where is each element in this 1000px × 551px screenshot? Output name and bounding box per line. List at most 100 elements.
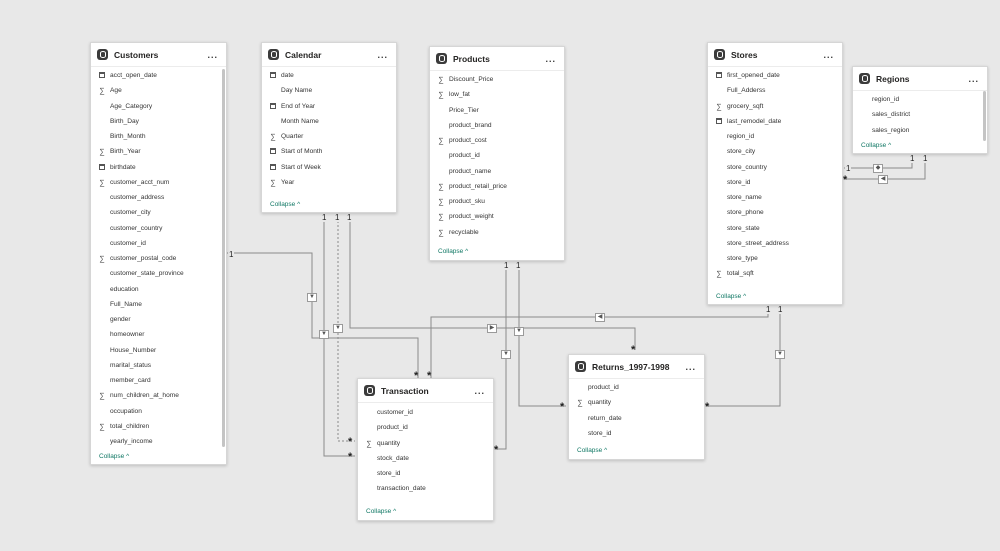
field-row[interactable]: marital_status [91, 358, 226, 373]
field-row[interactable]: customer_id [358, 405, 493, 420]
field-row[interactable]: region_id [708, 129, 842, 144]
field-row[interactable]: ∑ low_fat [430, 87, 564, 102]
table-header[interactable]: Regions ... [853, 67, 987, 91]
table-header[interactable]: Calendar ... [262, 43, 396, 67]
field-row[interactable]: House_Number [91, 343, 226, 358]
collapse-button[interactable]: Collapse ^ [861, 142, 891, 149]
field-row[interactable]: ∑ product_cost [430, 133, 564, 148]
more-options-icon[interactable]: ... [545, 54, 556, 64]
field-row[interactable]: customer_id [91, 236, 226, 251]
field-row[interactable]: Start of Week [262, 160, 396, 175]
field-row[interactable]: Day Name [262, 83, 396, 98]
field-row[interactable]: birthdate [91, 160, 226, 175]
scrollbar[interactable] [222, 69, 225, 447]
field-row[interactable]: education [91, 282, 226, 297]
field-row[interactable]: ∑ Quarter [262, 129, 396, 144]
field-row[interactable]: store_street_address [708, 236, 842, 251]
field-row[interactable]: return_date [569, 411, 704, 426]
table-regions[interactable]: Regions ... region_id sales_district sales… [852, 66, 988, 154]
field-row[interactable]: ∑ num_children_at_home [91, 388, 226, 403]
field-row[interactable]: store_state [708, 221, 842, 236]
field-row[interactable]: ∑ Year [262, 175, 396, 190]
field-row[interactable]: ∑ product_weight [430, 209, 564, 224]
field-row[interactable]: transaction_date [358, 481, 493, 496]
field-row[interactable]: ∑ Discount_Price [430, 72, 564, 87]
more-options-icon[interactable]: ... [685, 362, 696, 372]
field-row[interactable]: ∑ product_retail_price [430, 179, 564, 194]
field-row[interactable]: Birth_Day [91, 114, 226, 129]
table-header[interactable]: Transaction ... [358, 379, 493, 403]
field-row[interactable]: product_name [430, 164, 564, 179]
field-row[interactable]: member_card [91, 373, 226, 388]
field-row[interactable]: store_country [708, 160, 842, 175]
field-row[interactable]: store_id [708, 175, 842, 190]
field-row[interactable]: Age_Category [91, 99, 226, 114]
field-row[interactable]: ∑ grocery_sqft [708, 99, 842, 114]
field-row[interactable]: store_phone [708, 205, 842, 220]
table-customers[interactable]: Customers ... acct_open_date ∑ Age Age_Cate… [90, 42, 227, 465]
scrollbar[interactable] [983, 91, 986, 141]
field-row[interactable]: store_id [569, 426, 704, 441]
table-returns[interactable]: Returns_1997-1998 ... product_id ∑ quantit… [568, 354, 705, 460]
more-options-icon[interactable]: ... [474, 386, 485, 396]
field-row[interactable]: Price_Tier [430, 103, 564, 118]
field-row[interactable]: stock_date [358, 451, 493, 466]
field-row[interactable]: occupation [91, 404, 226, 419]
field-row[interactable]: customer_address [91, 190, 226, 205]
collapse-button[interactable]: Collapse ^ [270, 201, 300, 208]
table-stores[interactable]: Stores ... first_opened_date Full_Adderss… [707, 42, 843, 305]
collapse-button[interactable]: Collapse ^ [577, 447, 607, 454]
field-row[interactable]: Start of Month [262, 144, 396, 159]
table-calendar[interactable]: Calendar ... date Day Name End of Year Mont… [261, 42, 397, 213]
field-row[interactable]: store_id [358, 466, 493, 481]
field-row[interactable]: date [262, 68, 396, 83]
field-row[interactable]: homeowner [91, 327, 226, 342]
field-row[interactable]: ∑ Birth_Year [91, 144, 226, 159]
field-row[interactable]: customer_country [91, 221, 226, 236]
table-header[interactable]: Returns_1997-1998 ... [569, 355, 704, 379]
field-row[interactable]: acct_open_date [91, 68, 226, 83]
field-row[interactable]: customer_state_province [91, 266, 226, 281]
collapse-button[interactable]: Collapse ^ [99, 453, 129, 460]
field-row[interactable]: sales_district [853, 107, 987, 122]
field-row[interactable]: Birth_Month [91, 129, 226, 144]
field-row[interactable]: Full_Name [91, 297, 226, 312]
field-row[interactable]: End of Year [262, 99, 396, 114]
field-row[interactable]: ∑ total_sqft [708, 266, 842, 281]
field-row[interactable]: product_id [569, 380, 704, 395]
table-header[interactable]: Customers ... [91, 43, 226, 67]
more-options-icon[interactable]: ... [968, 74, 979, 84]
table-header[interactable]: Products ... [430, 47, 564, 71]
table-transaction[interactable]: Transaction ... customer_id product_id ∑ qu… [357, 378, 494, 521]
collapse-button[interactable]: Collapse ^ [716, 293, 746, 300]
field-row[interactable]: gender [91, 312, 226, 327]
field-row[interactable]: customer_city [91, 205, 226, 220]
table-header[interactable]: Stores ... [708, 43, 842, 67]
field-row[interactable]: ∑ recyclable [430, 225, 564, 240]
field-row[interactable]: ∑ product_sku [430, 194, 564, 209]
field-row[interactable]: yearly_income [91, 434, 226, 449]
field-row[interactable]: product_id [358, 420, 493, 435]
field-row[interactable]: Month Name [262, 114, 396, 129]
field-row[interactable]: product_id [430, 148, 564, 163]
field-row[interactable]: store_name [708, 190, 842, 205]
more-options-icon[interactable]: ... [377, 50, 388, 60]
field-row[interactable]: ∑ customer_acct_num [91, 175, 226, 190]
field-row[interactable]: sales_region [853, 123, 987, 138]
field-row[interactable]: ∑ quantity [569, 395, 704, 410]
field-row[interactable]: ∑ customer_postal_code [91, 251, 226, 266]
field-row[interactable]: store_city [708, 144, 842, 159]
field-row[interactable]: product_brand [430, 118, 564, 133]
field-row[interactable]: ∑ quantity [358, 436, 493, 451]
field-row[interactable]: store_type [708, 251, 842, 266]
field-row[interactable]: first_opened_date [708, 68, 842, 83]
table-products[interactable]: Products ... ∑ Discount_Price ∑ low_fat Pric… [429, 46, 565, 261]
field-row[interactable]: ∑ Age [91, 83, 226, 98]
collapse-button[interactable]: Collapse ^ [438, 248, 468, 255]
field-row[interactable]: Full_Adderss [708, 83, 842, 98]
collapse-button[interactable]: Collapse ^ [366, 508, 396, 515]
more-options-icon[interactable]: ... [207, 50, 218, 60]
field-row[interactable]: last_remodel_date [708, 114, 842, 129]
more-options-icon[interactable]: ... [823, 50, 834, 60]
field-row[interactable]: region_id [853, 92, 987, 107]
